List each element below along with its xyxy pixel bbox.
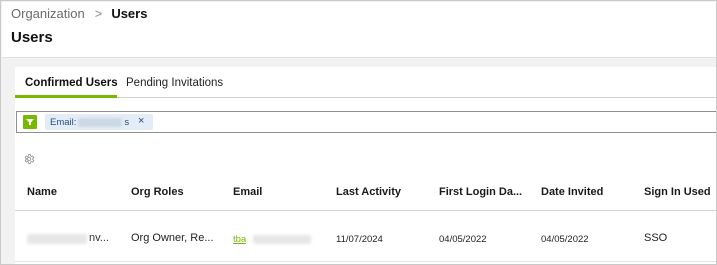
active-tab-indicator xyxy=(15,95,117,98)
column-header-last-activity[interactable]: Last Activity xyxy=(336,186,401,198)
cell-date-invited: 04/05/2022 xyxy=(541,234,589,245)
redacted-name xyxy=(27,234,87,244)
column-header-email[interactable]: Email xyxy=(233,186,262,198)
app-window: Organization > Users Users Confirmed Use… xyxy=(0,0,717,265)
page-header: Organization > Users Users xyxy=(2,2,716,58)
breadcrumb: Organization > Users xyxy=(11,5,147,21)
column-header-sign-in-used[interactable]: Sign In Used xyxy=(644,186,711,198)
column-header-org-roles[interactable]: Org Roles xyxy=(131,186,184,198)
close-icon[interactable]: × xyxy=(138,115,144,127)
redacted-email xyxy=(78,117,123,127)
breadcrumb-link-organization[interactable]: Organization xyxy=(11,6,85,21)
redacted-email xyxy=(253,235,311,244)
users-panel: Confirmed Users Pending Invitations Emai… xyxy=(15,67,716,264)
chevron-right-icon: > xyxy=(94,5,103,21)
filter-chip-label: Email: xyxy=(50,116,77,128)
column-header-first-login-date[interactable]: First Login Da... xyxy=(439,186,522,198)
page-title: Users xyxy=(11,29,53,46)
cell-first-login-date: 04/05/2022 xyxy=(439,234,487,245)
tab-bar: Confirmed Users Pending Invitations xyxy=(15,67,716,98)
filter-chip-email[interactable]: Email: s × xyxy=(45,114,153,130)
filter-input[interactable]: Email: s × xyxy=(16,111,716,133)
cell-last-activity: 11/07/2024 xyxy=(336,234,383,245)
breadcrumb-current: Users xyxy=(111,5,148,21)
cell-org-roles: Org Owner, Re... xyxy=(131,232,214,244)
column-header-date-invited[interactable]: Date Invited xyxy=(541,186,603,198)
column-header-name[interactable]: Name xyxy=(27,186,57,198)
tab-confirmed-users[interactable]: Confirmed Users xyxy=(25,77,118,89)
gear-icon[interactable] xyxy=(23,152,35,164)
cell-name: nv... xyxy=(89,232,109,244)
filter-funnel-icon[interactable] xyxy=(23,115,37,129)
table-row[interactable]: nv... Org Owner, Re... tba 11/07/2024 04… xyxy=(15,212,716,262)
tab-pending-invitations[interactable]: Pending Invitations xyxy=(126,77,223,89)
table-header: Name Org Roles Email Last Activity First… xyxy=(15,173,716,211)
cell-email-link[interactable]: tba xyxy=(233,234,246,245)
filter-chip-value-end: s xyxy=(124,116,130,128)
cell-sign-in-used: SSO xyxy=(644,232,668,244)
